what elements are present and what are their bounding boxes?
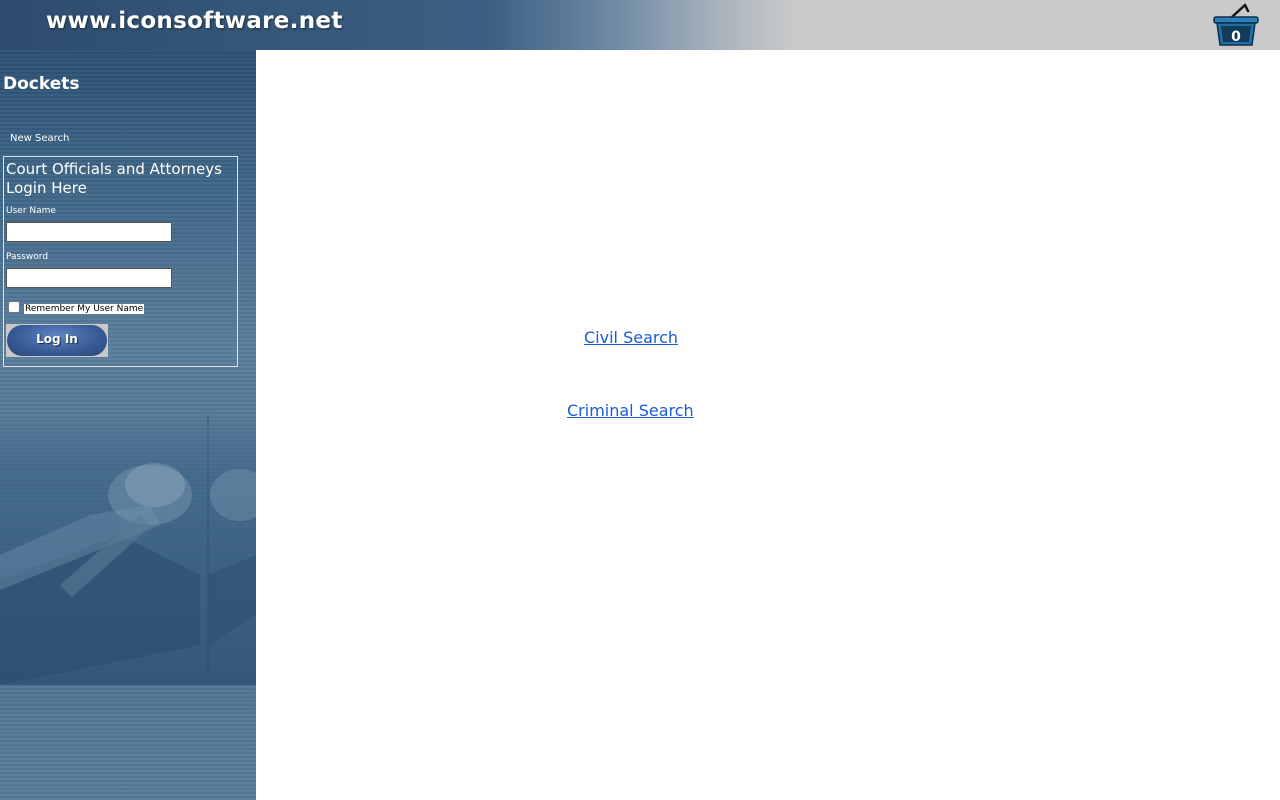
password-label: Password	[6, 252, 49, 262]
remember-username-checkbox[interactable]	[8, 301, 20, 313]
criminal-search-link[interactable]: Criminal Search	[567, 401, 694, 420]
remember-username-label[interactable]: Remember My User Name	[24, 304, 145, 314]
login-title: Court Officials and Attorneys Login Here	[6, 160, 222, 197]
cart-count: 0	[1231, 29, 1241, 45]
login-button-label: Log In	[36, 332, 78, 346]
gavel-background-image	[0, 415, 256, 685]
site-title[interactable]: www.iconsoftware.net	[46, 8, 343, 34]
login-button-pill[interactable]: Log In	[7, 325, 107, 356]
site-header: www.iconsoftware.net 0	[0, 0, 1280, 50]
new-search-link[interactable]: New Search	[10, 133, 69, 144]
username-label: User Name	[6, 206, 56, 216]
civil-search-link[interactable]: Civil Search	[584, 328, 678, 347]
main-content: Civil Search Criminal Search	[256, 50, 1280, 800]
username-input[interactable]	[6, 222, 172, 242]
shopping-basket-icon[interactable]: 0	[1212, 3, 1260, 47]
sidebar: Dockets New Search Court Officials and A…	[0, 50, 256, 800]
login-button[interactable]: Log In	[6, 324, 108, 357]
login-panel: Court Officials and Attorneys Login Here…	[3, 156, 238, 367]
password-input[interactable]	[6, 268, 172, 288]
sidebar-heading: Dockets	[3, 74, 80, 94]
